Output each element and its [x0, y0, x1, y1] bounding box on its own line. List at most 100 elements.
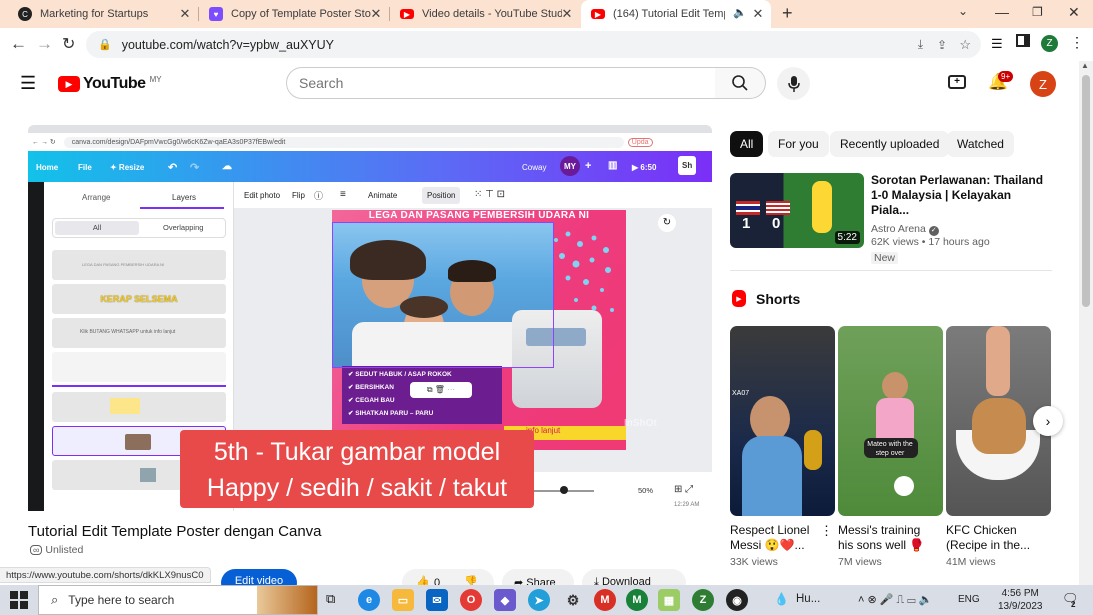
- file-explorer-icon[interactable]: ▭: [392, 589, 414, 611]
- hamburger-menu-icon[interactable]: ☰: [20, 73, 36, 94]
- mail-icon[interactable]: ✉: [426, 589, 448, 611]
- app-icon[interactable]: ◆: [494, 589, 516, 611]
- share-page-icon[interactable]: ⇪: [937, 38, 947, 52]
- present-time: ▶ 6:50: [632, 163, 657, 172]
- tab-marketing-for-startups[interactable]: C Marketing for Startups ✕: [8, 0, 198, 28]
- task-view-icon[interactable]: ⧉: [326, 591, 335, 607]
- edge-app-icon[interactable]: e: [358, 589, 380, 611]
- verified-check-icon: ✓: [928, 226, 939, 236]
- shorts-next-chevron-icon[interactable]: ›: [1033, 406, 1063, 436]
- decorative-dots: [554, 231, 614, 312]
- browser-toolbar: ← → ↻ 🔒 youtube.com/watch?v=ypbw_auXYUY …: [0, 28, 1093, 61]
- new-tab-button[interactable]: +: [782, 3, 793, 24]
- voice-search-button[interactable]: [777, 67, 810, 100]
- create-video-icon[interactable]: +: [948, 75, 966, 89]
- video-title: Tutorial Edit Template Poster dengan Can…: [28, 523, 322, 540]
- chip-for-you[interactable]: For you: [768, 131, 829, 157]
- recommended-video-info[interactable]: Sorotan Perlawanan: Thailand 1-0 Malaysi…: [871, 173, 1051, 266]
- tab-canva-copy[interactable]: ♥ Copy of Template Poster Stop Sc ✕: [199, 0, 389, 28]
- account-avatar[interactable]: Z: [1030, 71, 1056, 97]
- windows-start-icon[interactable]: [10, 591, 28, 609]
- youtube-favicon-icon: ▶: [591, 9, 605, 19]
- forward-arrow-icon[interactable]: →: [36, 34, 53, 54]
- chip-watched[interactable]: Watched: [947, 131, 1014, 157]
- selection-frame: [332, 222, 554, 368]
- layer-row: KERAP SELSEMA: [52, 284, 226, 314]
- reload-icon[interactable]: ↻: [62, 34, 75, 54]
- minimize-button[interactable]: —: [995, 4, 1009, 20]
- url-text: youtube.com/watch?v=ypbw_auXYUY: [121, 37, 334, 52]
- shorts-heading: ▶ Shorts: [732, 290, 800, 307]
- video-player[interactable]: ← → ↻ canva.com/design/DAFpmVwcGg0/w6cK6…: [28, 125, 712, 511]
- redo-icon: ↷: [190, 162, 200, 174]
- back-arrow-icon[interactable]: ←: [10, 34, 27, 54]
- youtube-logo[interactable]: ▶ YouTube MY: [58, 75, 162, 93]
- layer-row: [52, 352, 226, 382]
- reading-list-icon[interactable]: ☰: [991, 36, 1003, 52]
- rotate-icon: ↻: [658, 214, 676, 232]
- canva-top-bar: Home File ✦ Resize ↶ ↷ ☁ Coway MY + ▥ ▶ …: [28, 151, 712, 182]
- close-window-button[interactable]: ✕: [1068, 4, 1080, 21]
- undo-icon: ↶: [168, 162, 178, 174]
- chrome-profile-icon[interactable]: Z: [692, 589, 714, 611]
- tab-search-chevron-icon[interactable]: ⌄: [958, 4, 968, 18]
- scrollbar-thumb[interactable]: [1082, 75, 1090, 307]
- profile-avatar[interactable]: Z: [1041, 35, 1058, 52]
- clock[interactable]: 4:56 PM 13/9/2023: [998, 587, 1043, 613]
- restore-button[interactable]: ❐: [1032, 5, 1043, 19]
- system-tray-icons[interactable]: ˄ ⊗ 🎤 ⎍ ▭ 🔈: [858, 593, 932, 607]
- link-icon: ∞: [30, 545, 43, 555]
- youtube-header: ☰ ▶ YouTube MY Search + 🔔 9+ Z: [0, 61, 1079, 107]
- chip-recently-uploaded[interactable]: Recently uploaded: [830, 131, 950, 157]
- short-info[interactable]: KFC Chicken (Recipe in the... 41M views: [946, 523, 1051, 568]
- chrome-menu-icon[interactable]: ⋮: [1070, 34, 1084, 51]
- youtube-favicon-icon: ▶: [400, 9, 414, 19]
- install-icon[interactable]: ⤓: [918, 37, 923, 52]
- tab-tutorial-active[interactable]: ▶ (164) Tutorial Edit Template 🔈 ✕: [581, 0, 771, 28]
- status-url-bubble: https://www.youtube.com/shorts/dkKLX9nus…: [0, 567, 211, 583]
- close-tab-icon[interactable]: ✕: [369, 6, 383, 22]
- poster-design: LEGA DAN PASANG PEMBERSIH UDARA NI ✔ SED…: [332, 210, 626, 450]
- chip-all[interactable]: All: [730, 131, 764, 157]
- short-info[interactable]: Respect Lionel Messi 😲❤️... 33K views: [730, 523, 830, 568]
- youtube-play-logo-icon: ▶: [58, 76, 80, 92]
- close-tab-icon[interactable]: ✕: [751, 6, 765, 22]
- opera-icon[interactable]: O: [460, 589, 482, 611]
- address-bar[interactable]: 🔒 youtube.com/watch?v=ypbw_auXYUY ⤓ ⇪ ☆: [86, 31, 981, 58]
- canva-side-rail: [28, 182, 44, 511]
- speaker-icon[interactable]: 🔈: [733, 6, 747, 19]
- lock-icon[interactable]: 🔒: [98, 38, 112, 51]
- close-tab-icon[interactable]: ✕: [178, 6, 192, 22]
- short-more-options-icon[interactable]: ⋮: [820, 523, 833, 539]
- chrome-profile-icon[interactable]: M: [594, 589, 616, 611]
- search-button[interactable]: [715, 67, 766, 99]
- analytics-icon: ▥: [608, 160, 618, 171]
- media-player-icon[interactable]: ◉: [726, 589, 748, 611]
- layer-row: [52, 392, 226, 422]
- inner-browser-bar: ← → ↻ canva.com/design/DAFpmVwcGg0/w6cK6…: [28, 133, 712, 151]
- bookmark-star-icon[interactable]: ☆: [959, 37, 971, 53]
- visibility-badge: ∞ Unlisted: [30, 544, 83, 556]
- canva-favicon-icon: ♥: [209, 7, 223, 21]
- side-panel-icon[interactable]: [1016, 34, 1030, 47]
- recommended-thumbnail[interactable]: 1 0 5:22: [730, 173, 864, 248]
- page-scrollbar[interactable]: ▲: [1079, 61, 1093, 585]
- video-caption-overlay: 5th - Tukar gambar model Happy / sedih /…: [180, 430, 534, 508]
- short-thumbnail[interactable]: XA07: [730, 326, 835, 516]
- close-tab-icon[interactable]: ✕: [560, 6, 574, 22]
- short-info[interactable]: Messi's training his sons well 🥊 7M view…: [838, 523, 943, 568]
- chrome-profile-icon[interactable]: M: [626, 589, 648, 611]
- taskbar-search-input[interactable]: ⌕ Type here to search: [38, 585, 318, 615]
- search-icon: ⌕: [51, 592, 59, 607]
- layer-row: Klik BUTANG WHATSAPP untuk info lanjut: [52, 318, 226, 348]
- telegram-icon[interactable]: ➤: [528, 589, 550, 611]
- settings-gear-icon[interactable]: ⚙: [562, 589, 584, 611]
- app-icon[interactable]: ▦: [658, 589, 680, 611]
- search-input[interactable]: Search: [286, 67, 716, 99]
- short-thumbnail[interactable]: Mateo with the step over: [838, 326, 943, 516]
- tab-youtube-studio[interactable]: ▶ Video details - YouTube Studio ✕: [390, 0, 580, 28]
- weather-icon[interactable]: 💧: [774, 592, 789, 606]
- notification-count-badge: 9+: [998, 71, 1014, 82]
- shorts-logo-icon: ▶: [732, 290, 746, 307]
- chrome-tab-favicon-icon: C: [18, 7, 32, 21]
